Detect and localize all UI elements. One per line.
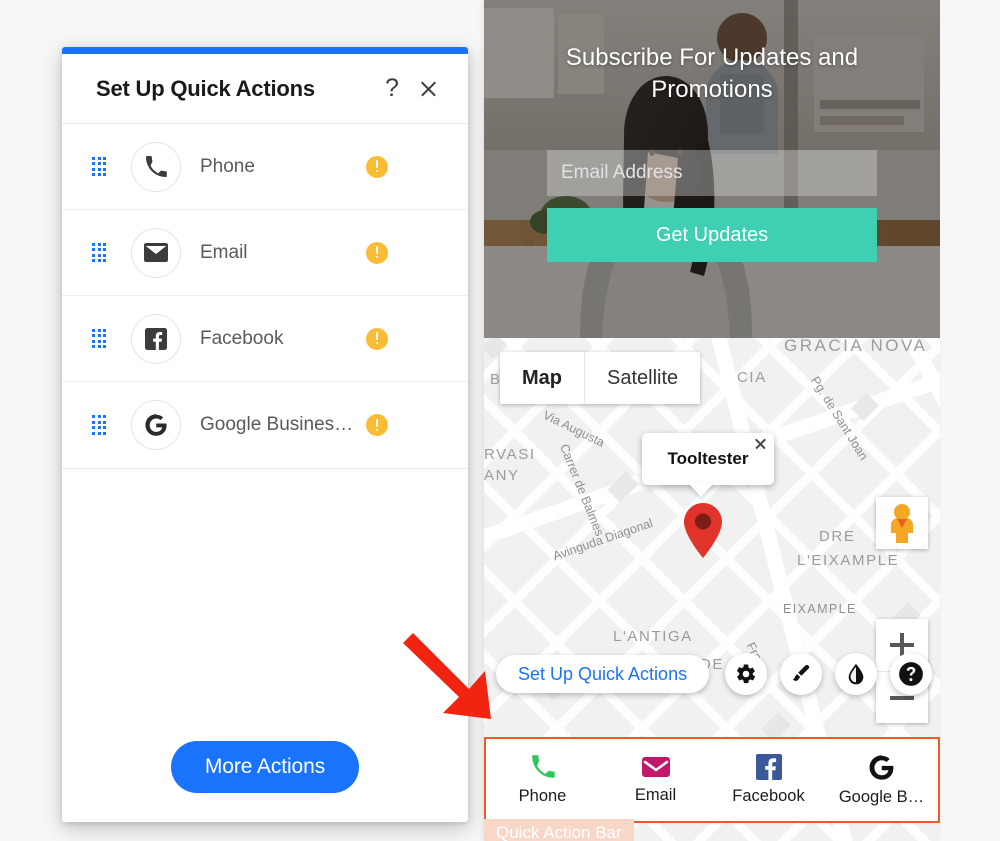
- facebook-icon: [131, 313, 181, 364]
- drag-handle-icon[interactable]: [92, 415, 110, 435]
- map-type-switcher: Map Satellite: [500, 352, 701, 404]
- street-view-pegman-icon[interactable]: [876, 497, 928, 549]
- dialog-header: Set Up Quick Actions ?: [62, 54, 468, 124]
- phone-icon: [131, 141, 181, 192]
- tab-map[interactable]: Map: [500, 352, 585, 404]
- email-field[interactable]: [547, 150, 877, 197]
- drag-handle-icon[interactable]: [92, 156, 110, 177]
- get-updates-button[interactable]: Get Updates: [547, 208, 877, 263]
- close-icon[interactable]: [754, 437, 767, 450]
- dialog-footer: More Actions: [62, 712, 468, 822]
- table-row[interactable]: Email: [62, 210, 468, 296]
- quick-action-email[interactable]: Email: [599, 739, 712, 821]
- google-icon: [869, 754, 894, 780]
- info-window-title: Tooltester: [667, 449, 749, 468]
- hero-heading: Subscribe For Updates and Promotions: [565, 44, 859, 103]
- map-pin-icon[interactable]: [684, 503, 722, 558]
- help-circle-icon[interactable]: [890, 653, 932, 695]
- google-icon: [131, 400, 181, 450]
- hero-content: Subscribe For Updates and Promotions Get…: [484, 0, 940, 338]
- quick-action-google-business[interactable]: Google B…: [825, 739, 938, 821]
- quick-action-phone[interactable]: Phone: [486, 739, 599, 821]
- quick-actions-list: Phone Email Facebook Google Busines…: [62, 124, 468, 469]
- gear-icon[interactable]: [725, 653, 767, 695]
- table-row[interactable]: Google Busines…: [62, 382, 468, 468]
- contrast-droplet-icon[interactable]: [835, 653, 877, 695]
- facebook-icon: [755, 754, 782, 780]
- quick-action-label: Email: [634, 786, 677, 804]
- table-cell-label: Phone: [200, 155, 255, 177]
- quick-action-label: Phone: [518, 787, 567, 805]
- table-row[interactable]: Facebook: [62, 296, 468, 382]
- subscribe-hero-section: Subscribe For Updates and Promotions Get…: [484, 0, 940, 338]
- tab-satellite[interactable]: Satellite: [585, 352, 700, 404]
- envelope-icon: [131, 227, 181, 278]
- close-icon: [419, 79, 438, 98]
- table-cell-label: Email: [200, 241, 248, 263]
- set-up-quick-actions-pill[interactable]: Set Up Quick Actions: [496, 655, 710, 693]
- status-badge[interactable]: [366, 414, 388, 436]
- table-row[interactable]: Phone: [62, 124, 468, 210]
- dialog-accent-bar: [62, 47, 468, 54]
- table-cell-label: Facebook: [200, 327, 284, 349]
- drag-handle-icon[interactable]: [92, 242, 110, 263]
- drag-handle-icon[interactable]: [92, 328, 110, 349]
- map-info-window[interactable]: Tooltester: [642, 433, 774, 485]
- envelope-icon: [641, 757, 670, 777]
- quick-action-bar: Phone Email Facebook Google B…: [484, 737, 940, 823]
- info-window-tail: [688, 483, 714, 497]
- phone-icon: [531, 755, 555, 778]
- table-cell-label: Google Busines…: [200, 414, 354, 435]
- help-icon[interactable]: ?: [374, 71, 410, 107]
- page-title: Set Up Quick Actions: [96, 75, 315, 101]
- status-badge[interactable]: [366, 241, 388, 264]
- close-button[interactable]: [410, 71, 446, 107]
- screenshot-root: Set Up Quick Actions ? Phone Email Faceb…: [0, 0, 1000, 841]
- quick-action-label: Facebook: [732, 787, 805, 805]
- paintbrush-icon[interactable]: [780, 653, 822, 695]
- quick-action-facebook[interactable]: Facebook: [712, 739, 825, 821]
- more-actions-button[interactable]: More Actions: [170, 741, 360, 793]
- status-badge[interactable]: [366, 327, 388, 350]
- quick-action-bar-tooltip: Quick Action Bar: [484, 819, 634, 841]
- set-up-quick-actions-dialog: Set Up Quick Actions ? Phone Email Faceb…: [62, 47, 468, 822]
- quick-action-label: Google B…: [838, 787, 925, 806]
- site-preview-panel: Subscribe For Updates and Promotions Get…: [484, 0, 940, 841]
- status-badge[interactable]: [366, 155, 388, 178]
